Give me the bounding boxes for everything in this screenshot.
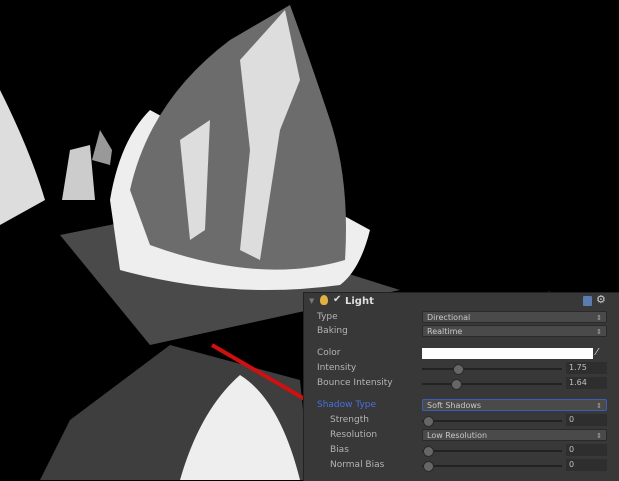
strength-row: Strength 0: [304, 414, 619, 428]
resolution-row: Resolution Low Resolution ⇕: [304, 429, 619, 443]
dropdown-arrows-icon: ⇕: [596, 402, 602, 410]
dropdown-arrows-icon: ⇕: [596, 314, 602, 322]
resolution-label: Resolution: [330, 430, 378, 440]
dropdown-arrows-icon: ⇕: [596, 328, 602, 336]
slider-thumb[interactable]: [450, 379, 462, 390]
shadow-type-row: Shadow Type Soft Shadows ⇕: [304, 399, 619, 413]
bias-row: Bias 0: [304, 444, 619, 458]
terrain-peak: [130, 5, 346, 270]
baking-label: Baking: [317, 326, 348, 336]
slider-thumb[interactable]: [422, 416, 434, 427]
rock-left: [0, 90, 45, 225]
color-label: Color: [317, 348, 341, 358]
resolution-value: Low Resolution: [427, 431, 488, 440]
component-title: Light: [345, 296, 374, 307]
component-header[interactable]: ▼ ✔ Light ⚙: [304, 293, 619, 310]
eyedropper-icon[interactable]: ⁄: [596, 347, 598, 358]
intensity-slider[interactable]: [422, 364, 562, 375]
type-value: Directional: [427, 313, 471, 322]
color-field[interactable]: [422, 348, 593, 359]
intensity-row: Intensity 1.75: [304, 362, 619, 376]
baking-dropdown[interactable]: Realtime ⇕: [422, 325, 607, 337]
intensity-field[interactable]: 1.75: [566, 362, 607, 374]
help-book-icon[interactable]: [583, 296, 592, 306]
shadow-type-label: Shadow Type: [317, 400, 377, 410]
baking-value: Realtime: [427, 327, 463, 336]
intensity-label: Intensity: [317, 363, 357, 373]
bias-label: Bias: [330, 445, 349, 455]
rock-small2: [92, 130, 112, 165]
slider-thumb[interactable]: [422, 446, 434, 457]
enabled-checkbox[interactable]: ✔: [333, 294, 341, 305]
bounce-intensity-label: Bounce Intensity: [317, 378, 393, 388]
type-row: Type Directional ⇕: [304, 311, 619, 325]
slider-thumb[interactable]: [453, 364, 465, 375]
light-inspector: ▼ ✔ Light ⚙ Type Directional ⇕ Baking Rea…: [303, 292, 619, 481]
bounce-intensity-field[interactable]: 1.64: [566, 377, 607, 389]
shadow-type-dropdown[interactable]: Soft Shadows ⇕: [422, 399, 607, 411]
light-bulb-icon: [320, 295, 328, 305]
type-label: Type: [317, 312, 338, 322]
slider-thumb[interactable]: [422, 461, 434, 472]
normal-bias-row: Normal Bias 0: [304, 459, 619, 473]
strength-slider[interactable]: [422, 416, 562, 427]
shadow-type-value: Soft Shadows: [427, 401, 482, 410]
resolution-dropdown[interactable]: Low Resolution ⇕: [422, 429, 607, 441]
rock-small: [62, 145, 95, 200]
type-dropdown[interactable]: Directional ⇕: [422, 311, 607, 323]
gear-icon[interactable]: ⚙: [596, 293, 606, 306]
bounce-intensity-row: Bounce Intensity 1.64: [304, 377, 619, 391]
color-row: Color ⁄: [304, 347, 619, 361]
normal-bias-field[interactable]: 0: [566, 459, 607, 471]
strength-field[interactable]: 0: [566, 414, 607, 426]
strength-label: Strength: [330, 415, 369, 425]
bias-field[interactable]: 0: [566, 444, 607, 456]
baking-row: Baking Realtime ⇕: [304, 325, 619, 339]
dropdown-arrows-icon: ⇕: [596, 432, 602, 440]
bounce-intensity-slider[interactable]: [422, 379, 562, 390]
bias-slider[interactable]: [422, 446, 562, 457]
normal-bias-label: Normal Bias: [330, 460, 385, 470]
foldout-arrow-icon[interactable]: ▼: [309, 297, 314, 305]
normal-bias-slider[interactable]: [422, 461, 562, 472]
